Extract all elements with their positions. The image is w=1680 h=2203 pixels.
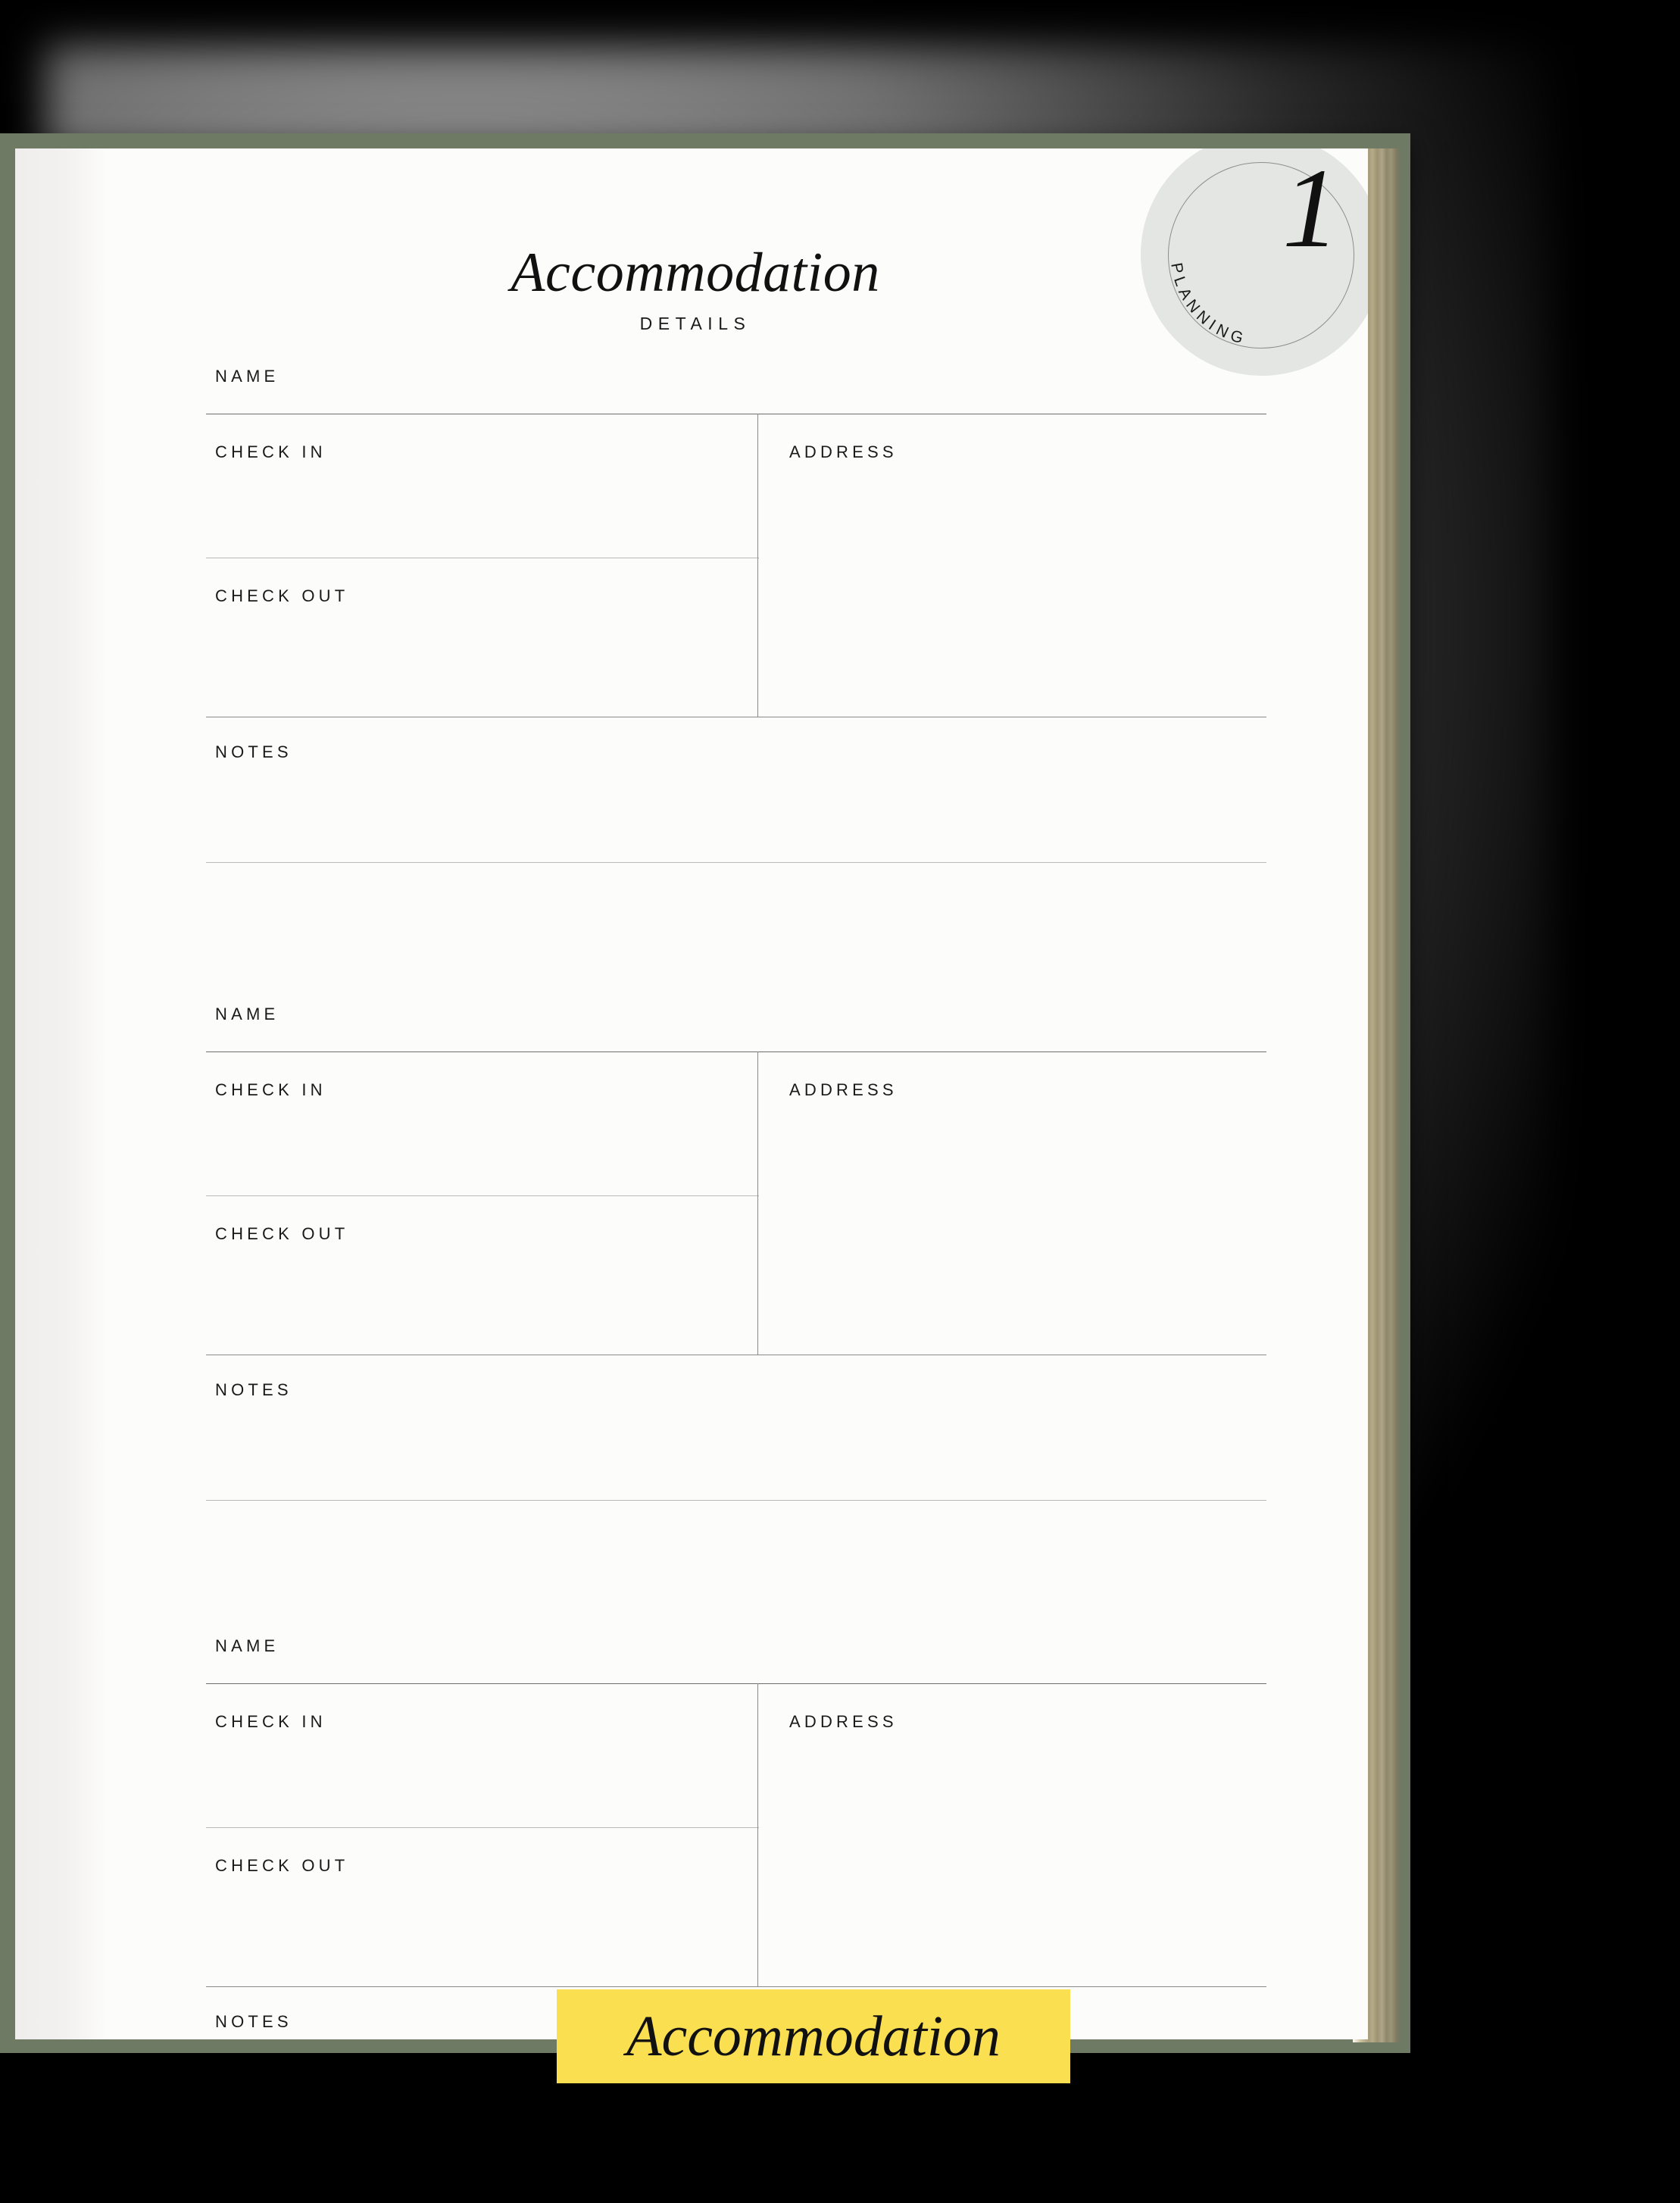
page-gutter-shading bbox=[15, 148, 105, 2039]
name-row: NAME bbox=[206, 1005, 1266, 1052]
checkin-address-grid: CHECK IN CHECK OUT ADDRESS bbox=[206, 1052, 1266, 1355]
check-in-underline-rule bbox=[206, 1827, 759, 1828]
check-out-label: CHECK OUT bbox=[215, 586, 349, 605]
column-divider bbox=[757, 1052, 758, 1355]
check-in-label: CHECK IN bbox=[215, 1080, 326, 1099]
planner-page: PLANNING 1 Accommodation DETAILS NAME CH… bbox=[15, 148, 1368, 2039]
checkin-address-grid: CHECK IN CHECK OUT ADDRESS bbox=[206, 414, 1266, 717]
check-in-label: CHECK IN bbox=[215, 1712, 326, 1731]
address-label: ADDRESS bbox=[789, 1080, 898, 1099]
check-out-label: CHECK OUT bbox=[215, 1856, 349, 1875]
notes-underline-rule bbox=[206, 862, 1266, 863]
badge-number: 1 bbox=[1282, 148, 1339, 271]
check-out-label: CHECK OUT bbox=[215, 1224, 349, 1243]
name-label: NAME bbox=[215, 1636, 279, 1655]
notes-section: NOTES bbox=[206, 717, 1266, 863]
address-label: ADDRESS bbox=[789, 1712, 898, 1731]
checkin-address-grid: CHECK IN CHECK OUT ADDRESS bbox=[206, 1683, 1266, 1987]
column-divider bbox=[757, 414, 758, 717]
name-row: NAME bbox=[206, 367, 1266, 414]
bottom-banner: Accommodation bbox=[557, 1989, 1070, 2083]
notes-label: NOTES bbox=[215, 2012, 292, 2031]
name-row: NAME bbox=[206, 1636, 1266, 1683]
page-title: Accommodation bbox=[511, 242, 880, 304]
name-label: NAME bbox=[215, 1005, 279, 1023]
check-in-label: CHECK IN bbox=[215, 442, 326, 461]
notes-label: NOTES bbox=[215, 742, 292, 761]
check-in-underline-rule bbox=[206, 1195, 759, 1196]
address-label: ADDRESS bbox=[789, 442, 898, 461]
column-divider bbox=[757, 1683, 758, 1986]
notes-section: NOTES bbox=[206, 1355, 1266, 1501]
page-subtitle: DETAILS bbox=[639, 314, 751, 333]
notes-underline-rule bbox=[206, 1500, 1266, 1501]
accommodation-entry-1: NAME CHECK IN CHECK OUT ADDRESS NOTES bbox=[206, 367, 1266, 863]
name-label: NAME bbox=[215, 367, 279, 386]
accommodation-entry-3: NAME CHECK IN CHECK OUT ADDRESS NOTES bbox=[206, 1636, 1266, 2031]
banner-title: Accommodation bbox=[626, 2005, 1001, 2068]
travel-planner-book: PLANNING 1 Accommodation DETAILS NAME CH… bbox=[0, 133, 1463, 2053]
notes-label: NOTES bbox=[215, 1380, 292, 1399]
accommodation-entry-2: NAME CHECK IN CHECK OUT ADDRESS NOTES bbox=[206, 1005, 1266, 1501]
